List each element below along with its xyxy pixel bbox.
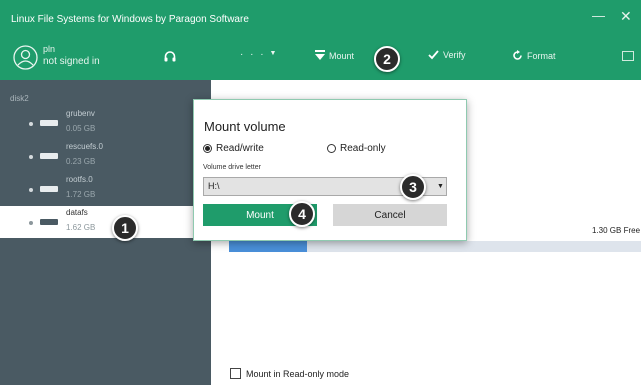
minimize-button[interactable]: — (592, 8, 605, 23)
drive-icon (40, 186, 58, 192)
panel-icon[interactable] (622, 51, 634, 61)
read-write-label: Read/write (216, 143, 264, 154)
drive-icon (40, 120, 58, 126)
verify-toolbar-label: Verify (443, 50, 466, 60)
sidebar-item-rootfs[interactable]: rootfs.0 1.72 GB (0, 173, 211, 205)
chevron-down-icon[interactable]: ▼ (437, 183, 444, 190)
usage-bar (229, 241, 641, 252)
format-toolbar-label: Format (527, 50, 556, 61)
radio-indicator[interactable] (203, 144, 212, 153)
mount-arrow-icon (315, 50, 325, 60)
status-dot (29, 155, 33, 159)
mount-toolbar-button[interactable]: Mount (315, 50, 354, 61)
user-avatar-icon[interactable] (13, 45, 38, 70)
drive-letter-value: H:\ (208, 181, 220, 191)
checkbox-box[interactable] (230, 368, 241, 379)
volume-size: 0.05 GB (66, 124, 96, 133)
user-name[interactable]: pln (43, 44, 55, 55)
headset-icon[interactable] (163, 50, 177, 64)
status-dot (29, 188, 33, 192)
drive-icon (40, 219, 58, 225)
verify-toolbar-button[interactable]: Verify (428, 50, 466, 60)
chevron-down-icon: ▼ (269, 50, 277, 57)
sidebar-item-grubenv[interactable]: grubenv 0.05 GB (0, 107, 211, 139)
dialog-title: Mount volume (204, 119, 286, 134)
volume-size: 1.62 GB (66, 223, 96, 232)
user-status[interactable]: not signed in (43, 56, 100, 67)
checkmark-icon (428, 50, 439, 60)
readonly-mode-label: Mount in Read-only mode (246, 368, 350, 379)
callout-3: 3 (400, 174, 426, 200)
close-button[interactable]: ✕ (620, 8, 632, 25)
sidebar-item-datafs[interactable]: datafs 1.62 GB (0, 206, 211, 238)
callout-2: 2 (374, 46, 400, 72)
read-only-radio[interactable]: Read-only (327, 143, 386, 154)
callout-4: 4 (289, 201, 315, 227)
volume-size: 0.23 GB (66, 157, 96, 166)
mount-toolbar-label: Mount (329, 50, 355, 61)
readonly-mode-checkbox[interactable]: Mount in Read-only mode (230, 368, 349, 379)
status-dot (29, 221, 33, 225)
window-title: Linux File Systems for Windows by Parago… (11, 14, 249, 25)
title-bar: Linux File Systems for Windows by Parago… (0, 0, 641, 36)
drive-icon (40, 153, 58, 159)
volume-name: rescuefs.0 (66, 142, 103, 151)
drive-letter-label: Volume drive letter (203, 164, 261, 171)
toolbar: pln not signed in · · · ▼ Mount Verify Fo… (0, 36, 641, 80)
usage-bar-fill (229, 241, 308, 252)
read-only-label: Read-only (340, 143, 386, 154)
radio-indicator[interactable] (327, 144, 336, 153)
sidebar-item-rescuefs[interactable]: rescuefs.0 0.23 GB (0, 140, 211, 172)
cancel-button[interactable]: Cancel (333, 204, 447, 226)
status-dot (29, 122, 33, 126)
volume-name: grubenv (66, 109, 95, 118)
volume-name: datafs (66, 208, 88, 217)
more-menu-dots: · · · (240, 49, 266, 60)
mount-volume-dialog: Mount volume Read/write Read-only Volume… (193, 99, 467, 241)
volume-size: 1.72 GB (66, 190, 96, 199)
callout-1: 1 (112, 215, 138, 241)
sidebar: disk2 grubenv 0.05 GB rescuefs.0 0.23 GB… (0, 80, 211, 385)
volume-name: rootfs.0 (66, 175, 93, 184)
free-space-label: 1.30 GB Free (592, 226, 641, 235)
more-menu-button[interactable]: · · · ▼ (240, 49, 276, 60)
disk-label: disk2 (10, 94, 29, 103)
refresh-icon (513, 50, 522, 60)
read-write-radio[interactable]: Read/write (203, 143, 264, 154)
format-toolbar-button[interactable]: Format (512, 50, 556, 61)
